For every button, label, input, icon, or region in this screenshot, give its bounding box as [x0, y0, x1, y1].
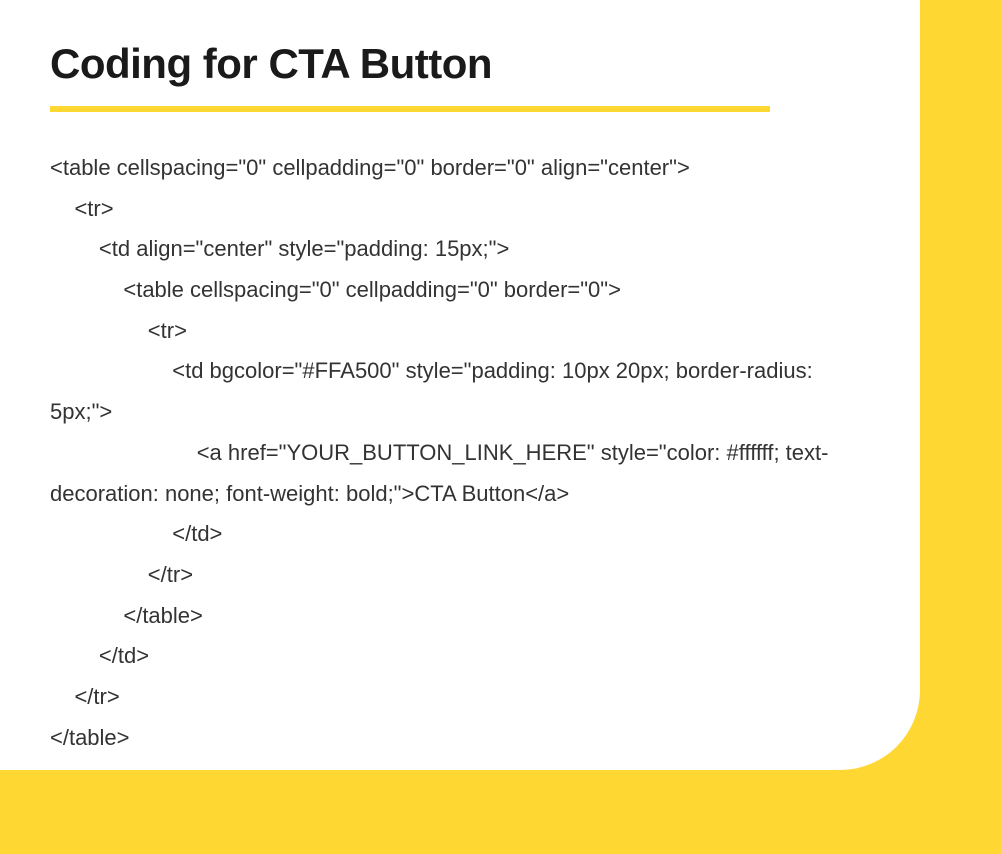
code-snippet: <table cellspacing="0" cellpadding="0" b… [50, 148, 870, 758]
page-title: Coding for CTA Button [50, 40, 870, 88]
title-underline [50, 106, 770, 112]
content-card: Coding for CTA Button <table cellspacing… [0, 0, 920, 770]
